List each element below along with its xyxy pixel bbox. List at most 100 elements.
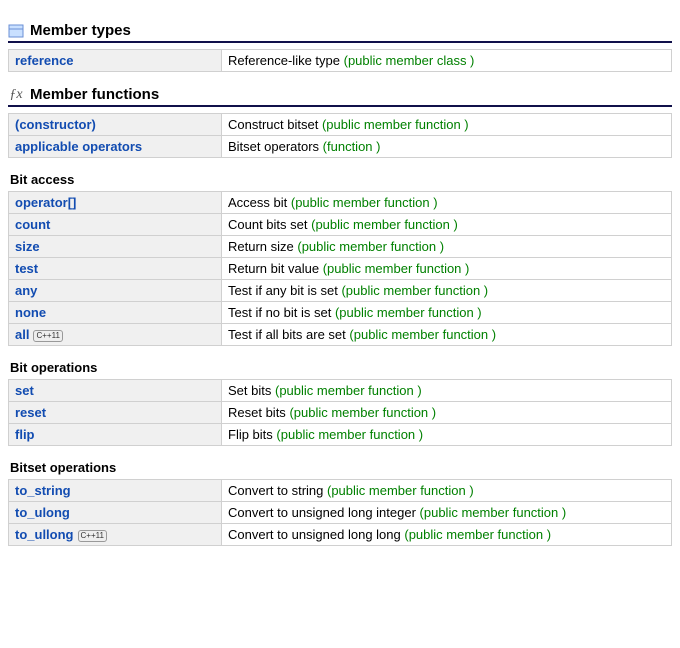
member-desc-cell: Convert to unsigned long long (public me… [222,524,672,546]
member-name-cell: operator[] [9,192,222,214]
member-name-cell: to_ulong [9,502,222,524]
member-link[interactable]: set [15,383,34,398]
member-desc-cell: Convert to string (public member functio… [222,480,672,502]
member-link[interactable]: to_ulong [15,505,70,520]
section-title: Member types [30,22,131,39]
member-type: (public member function ) [291,195,438,210]
member-link[interactable]: operator[] [15,195,76,210]
cpp11-badge: C++11 [33,330,62,342]
member-link[interactable]: size [15,239,40,254]
member-desc: Construct bitset [228,117,318,132]
table-row: test Return bit value (public member func… [9,258,672,280]
section-header: Member types [8,22,672,43]
member-type: (public member function ) [289,405,436,420]
member-link[interactable]: reset [15,405,46,420]
member-link[interactable]: to_ullong [15,527,74,542]
member-link[interactable]: reference [15,53,74,68]
members-table: setSet bits (public member function )res… [8,379,672,446]
member-link[interactable]: applicable operators [15,139,142,154]
subsection-title: Bit operations [10,360,672,375]
member-name-cell: reference [9,50,222,72]
member-desc-cell: Return size (public member function ) [222,236,672,258]
member-desc: Count bits set [228,217,308,232]
member-desc: Test if all bits are set [228,327,346,342]
member-desc: Reset bits [228,405,286,420]
member-name-cell: size [9,236,222,258]
members-table: reference Reference-like type (public mem… [8,49,672,72]
member-link[interactable]: (constructor) [15,117,96,132]
member-desc-cell: Return bit value (public member function… [222,258,672,280]
member-link[interactable]: any [15,283,37,298]
section-header: ƒx Member functions [8,86,672,107]
member-desc-cell: Test if all bits are set (public member … [222,324,672,346]
member-desc: Access bit [228,195,287,210]
member-desc-cell: Convert to unsigned long integer (public… [222,502,672,524]
member-type: (public member function ) [322,117,469,132]
member-name-cell: (constructor) [9,114,222,136]
member-type: (function ) [323,139,381,154]
class-icon [8,23,24,39]
member-type: (public member function ) [349,327,496,342]
table-row: any Test if any bit is set (public member… [9,280,672,302]
table-row: reset Reset bits (public member function … [9,402,672,424]
subsection-title: Bit access [10,172,672,187]
member-name-cell: all C++11 [9,324,222,346]
member-type: (public member function ) [404,527,551,542]
member-desc: Return bit value [228,261,319,276]
table-row: size Return size (public member function … [9,236,672,258]
member-desc-cell: Construct bitset (public member function… [222,114,672,136]
member-type: (public member function ) [297,239,444,254]
member-name-cell: any [9,280,222,302]
member-desc: Convert to unsigned long integer [228,505,416,520]
member-desc-cell: Test if any bit is set (public member fu… [222,280,672,302]
member-link[interactable]: none [15,305,46,320]
member-link[interactable]: count [15,217,50,232]
table-row: applicable operators Bitset operators (fu… [9,136,672,158]
member-type: (public member function ) [327,483,474,498]
member-type: (public member function ) [341,283,488,298]
member-link[interactable]: to_string [15,483,71,498]
member-desc: Reference-like type [228,53,340,68]
member-desc: Convert to unsigned long long [228,527,401,542]
table-row: operator[] Access bit (public member func… [9,192,672,214]
function-icon: ƒx [8,87,24,103]
cpp11-badge: C++11 [78,530,107,542]
member-name-cell: flip [9,424,222,446]
member-name-cell: none [9,302,222,324]
table-row: reference Reference-like type (public mem… [9,50,672,72]
members-table: operator[] Access bit (public member func… [8,191,672,346]
member-name-cell: set [9,380,222,402]
member-name-cell: test [9,258,222,280]
member-desc-cell: Test if no bit is set (public member fun… [222,302,672,324]
member-desc: Flip bits [228,427,273,442]
api-reference: Member types reference Reference-like type… [8,22,672,546]
member-desc-cell: Access bit (public member function ) [222,192,672,214]
table-row: to_ulong Convert to unsigned long integer… [9,502,672,524]
table-row: count Count bits set (public member funct… [9,214,672,236]
member-type: (public member function ) [335,305,482,320]
member-link[interactable]: all [15,327,29,342]
section-title: Member functions [30,86,159,103]
member-desc-cell: Count bits set (public member function ) [222,214,672,236]
member-desc-cell: Reference-like type (public member class… [222,50,672,72]
member-desc: Set bits [228,383,271,398]
member-type: (public member function ) [276,427,423,442]
member-desc-cell: Flip bits (public member function ) [222,424,672,446]
member-desc-cell: Bitset operators (function ) [222,136,672,158]
table-row: to_string Convert to string (public membe… [9,480,672,502]
member-desc-cell: Set bits (public member function ) [222,380,672,402]
table-row: flip Flip bits (public member function ) [9,424,672,446]
member-name-cell: reset [9,402,222,424]
member-link[interactable]: flip [15,427,35,442]
members-table: to_string Convert to string (public membe… [8,479,672,546]
member-type: (public member function ) [420,505,567,520]
member-desc-cell: Reset bits (public member function ) [222,402,672,424]
table-row: (constructor) Construct bitset (public me… [9,114,672,136]
member-link[interactable]: test [15,261,38,276]
table-row: set Set bits (public member function ) [9,380,672,402]
member-name-cell: count [9,214,222,236]
subsection-title: Bitset operations [10,460,672,475]
member-name-cell: to_ullong C++11 [9,524,222,546]
member-name-cell: to_string [9,480,222,502]
member-type: (public member function ) [275,383,422,398]
